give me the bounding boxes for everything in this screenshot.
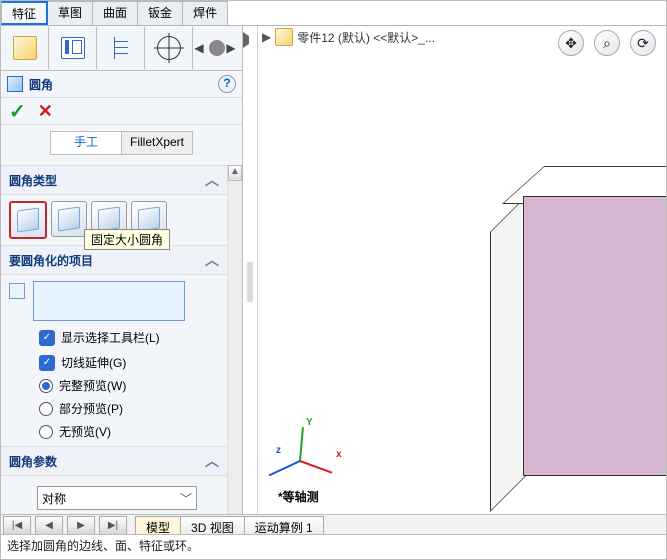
part-icon — [275, 28, 293, 46]
ok-button[interactable]: ✓ — [9, 99, 26, 124]
zoom-area-icon[interactable]: ⌕ — [594, 30, 620, 56]
tab-weldments[interactable]: 焊件 — [183, 1, 228, 25]
label-full-preview: 完整预览(W) — [59, 377, 126, 394]
checkbox-tangent-prop[interactable]: ✓ — [39, 355, 55, 371]
property-manager-panel: ◀ ▶ 圆角 ? ✓ ✕ 手工 FilletXpert — [1, 26, 243, 540]
command-tabs: 特征 草图 曲面 钣金 焊件 — [1, 1, 666, 26]
feature-header: 圆角 ? — [1, 71, 242, 98]
group-body-params: 对称 ﹀ — [1, 476, 227, 516]
tab-surface[interactable]: 曲面 — [93, 1, 138, 25]
tab-sketch[interactable]: 草图 — [48, 1, 93, 25]
confirm-row: ✓ ✕ — [1, 98, 242, 125]
label-partial-preview: 部分预览(P) — [59, 400, 123, 417]
manager-tabs-arrow-right[interactable]: ▶ — [225, 27, 237, 69]
view-orientation-label: *等轴测 — [278, 488, 319, 505]
axis-x-label: x — [336, 449, 342, 460]
panel-scrollbar[interactable]: ▲ ▼ — [227, 165, 242, 540]
manager-tab-dim-expert[interactable] — [145, 27, 193, 69]
hud-tools: ✥ ⌕ ⟳ — [558, 30, 656, 56]
manager-tab-feature-tree[interactable] — [1, 27, 49, 69]
group-body-items: ✓ 显示选择工具栏(L) ✓ 切线延伸(G) 完整预览(W) — [1, 275, 227, 446]
group-title-params: 圆角参数 — [9, 453, 57, 470]
feature-title: 圆角 — [29, 76, 53, 93]
group-body-type: 固定大小圆角 — [1, 195, 227, 245]
group-header-type[interactable]: 圆角类型 ︿ — [1, 165, 227, 195]
axis-z-label: z — [276, 445, 281, 456]
rotate-view-icon[interactable]: ⟳ — [630, 30, 656, 56]
group-title-items: 要圆角化的项目 — [9, 252, 93, 269]
dropdown-icon: ﹀ — [180, 490, 192, 507]
manager-tab-config[interactable] — [97, 27, 145, 69]
tab-features[interactable]: 特征 — [1, 1, 48, 25]
manager-tabs-arrow-left[interactable]: ◀ — [193, 27, 205, 69]
label-show-toolbar: 显示选择工具栏(L) — [61, 329, 160, 346]
label-no-preview: 无预览(V) — [59, 423, 111, 440]
checkbox-show-toolbar[interactable]: ✓ — [39, 330, 55, 346]
status-bar: 选择加圆角的边线、面、特征或环。 — [1, 534, 666, 559]
chevron-collapse-type[interactable]: ︿ — [205, 170, 219, 190]
view-triad[interactable]: x Y z — [280, 410, 350, 480]
solid-body[interactable] — [496, 166, 666, 476]
radio-full-preview[interactable] — [39, 379, 53, 393]
manager-tab-property-manager[interactable] — [49, 27, 97, 69]
radio-no-preview[interactable] — [39, 425, 53, 439]
fillet-icon — [7, 76, 23, 92]
group-title-type: 圆角类型 — [9, 172, 57, 189]
selection-type-icon[interactable] — [9, 283, 25, 299]
mode-filletxpert[interactable]: FilletXpert — [121, 131, 193, 155]
mode-row: 手工 FilletXpert — [1, 125, 242, 165]
flyout-arrow-icon[interactable] — [243, 32, 257, 48]
breadcrumb-part-name[interactable]: 零件12 (默认) <<默认>_... — [297, 29, 435, 46]
axis-y-label: Y — [306, 417, 313, 428]
radio-partial-preview[interactable] — [39, 402, 53, 416]
tooltip-fixed-size: 固定大小圆角 — [84, 229, 170, 250]
select-symmetry[interactable]: 对称 ﹀ — [37, 486, 197, 510]
group-header-params[interactable]: 圆角参数 ︿ — [1, 446, 227, 476]
label-tangent-prop: 切线延伸(G) — [61, 354, 126, 371]
mode-manual[interactable]: 手工 — [50, 131, 121, 155]
chevron-collapse-params[interactable]: ︿ — [205, 451, 219, 471]
selection-list[interactable] — [33, 281, 185, 321]
fillet-type-constant[interactable] — [9, 201, 47, 239]
tab-sheet-metal[interactable]: 钣金 — [138, 1, 183, 25]
manager-tab-appearance[interactable] — [209, 40, 225, 56]
splitter[interactable] — [243, 26, 258, 540]
status-text: 选择加圆角的边线、面、特征或环。 — [7, 539, 199, 553]
splitter-grip-icon[interactable] — [247, 262, 253, 302]
breadcrumb-arrow[interactable]: ▶ — [262, 30, 271, 44]
chevron-collapse-items[interactable]: ︿ — [205, 250, 219, 270]
scrollbar-up[interactable]: ▲ — [228, 165, 242, 181]
zoom-fit-icon[interactable]: ✥ — [558, 30, 584, 56]
manager-tabs: ◀ ▶ — [1, 26, 242, 71]
help-icon[interactable]: ? — [218, 75, 236, 93]
select-symmetry-value: 对称 — [42, 490, 66, 507]
fillet-type-variable[interactable]: 固定大小圆角 — [51, 201, 87, 237]
graphics-viewport[interactable]: ▶ 零件12 (默认) <<默认>_... ✥ ⌕ ⟳ x — [258, 26, 666, 540]
scrollbar-track[interactable] — [228, 181, 242, 524]
cancel-button[interactable]: ✕ — [38, 101, 53, 122]
